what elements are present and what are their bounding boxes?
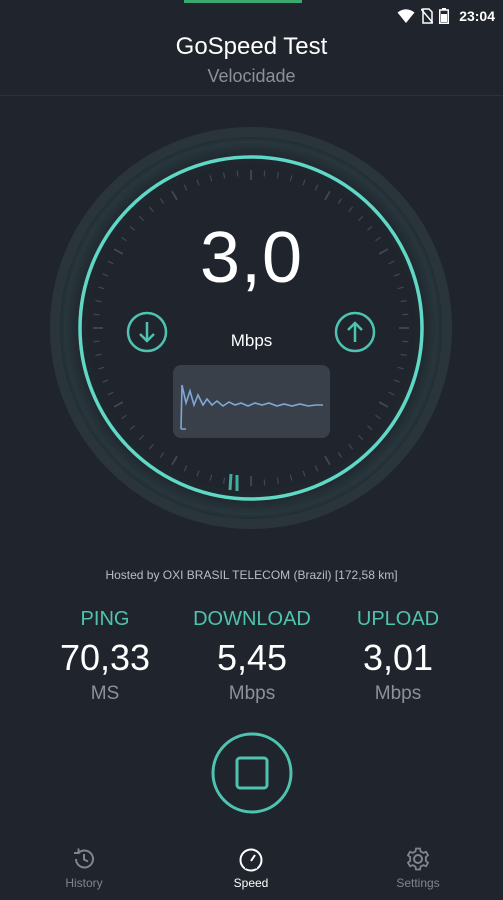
status-bar: 23:04	[0, 0, 503, 30]
speedometer-icon	[239, 848, 263, 872]
current-speed-value: 3,0	[199, 218, 304, 298]
upload-label: UPLOAD	[356, 608, 440, 630]
app-title: GoSpeed Test	[175, 33, 328, 60]
nav-history[interactable]: History	[34, 838, 134, 890]
header-divider	[0, 95, 503, 96]
status-icons: 23:04	[397, 6, 495, 26]
nav-settings-label: Settings	[396, 876, 440, 890]
upload-unit: Mbps	[374, 683, 422, 704]
speed-graph	[173, 365, 330, 438]
ping-label: PING	[80, 608, 130, 630]
download-stat: DOWNLOAD 5,45 Mbps	[172, 606, 332, 706]
download-value: 5,45	[216, 637, 288, 678]
bottom-navigation: History Speed Settings	[0, 838, 503, 900]
ping-unit: MS	[90, 683, 120, 704]
ping-value: 70,33	[59, 637, 151, 678]
download-unit: Mbps	[228, 683, 276, 704]
wifi-icon	[397, 8, 415, 24]
battery-icon	[439, 8, 450, 24]
app-subtitle: Velocidade	[207, 66, 296, 86]
arrow-down-circle-icon	[126, 311, 168, 353]
stop-test-button[interactable]	[211, 732, 293, 814]
status-time: 23:04	[459, 8, 495, 24]
current-speed-unit: Mbps	[230, 331, 273, 350]
nav-history-label: History	[65, 876, 103, 890]
nav-speed-label: Speed	[233, 876, 269, 890]
gauge-tick	[263, 479, 266, 486]
no-sim-icon	[421, 8, 434, 24]
gauge-tick	[93, 313, 100, 316]
gear-icon	[406, 847, 430, 871]
gauge-tick	[236, 170, 239, 177]
stop-icon	[211, 732, 293, 814]
history-icon	[74, 848, 94, 869]
nav-speed[interactable]: Speed	[201, 838, 301, 890]
gauge-tick	[402, 313, 409, 316]
upload-value: 3,01	[362, 637, 434, 678]
app-header: GoSpeed Test Velocidade	[0, 32, 503, 88]
status-accent-line	[184, 0, 302, 3]
gauge-tick	[263, 170, 266, 177]
upload-stat: UPLOAD 3,01 Mbps	[318, 606, 478, 706]
download-label: DOWNLOAD	[193, 608, 311, 630]
results-stats: PING 70,33 MS DOWNLOAD 5,45 Mbps UPLOAD …	[0, 606, 503, 716]
ping-stat: PING 70,33 MS	[25, 606, 185, 706]
arrow-up-circle-icon	[334, 311, 376, 353]
server-info: Hosted by OXI BRASIL TELECOM (Brazil) [1…	[105, 568, 398, 582]
nav-settings[interactable]: Settings	[368, 838, 468, 890]
